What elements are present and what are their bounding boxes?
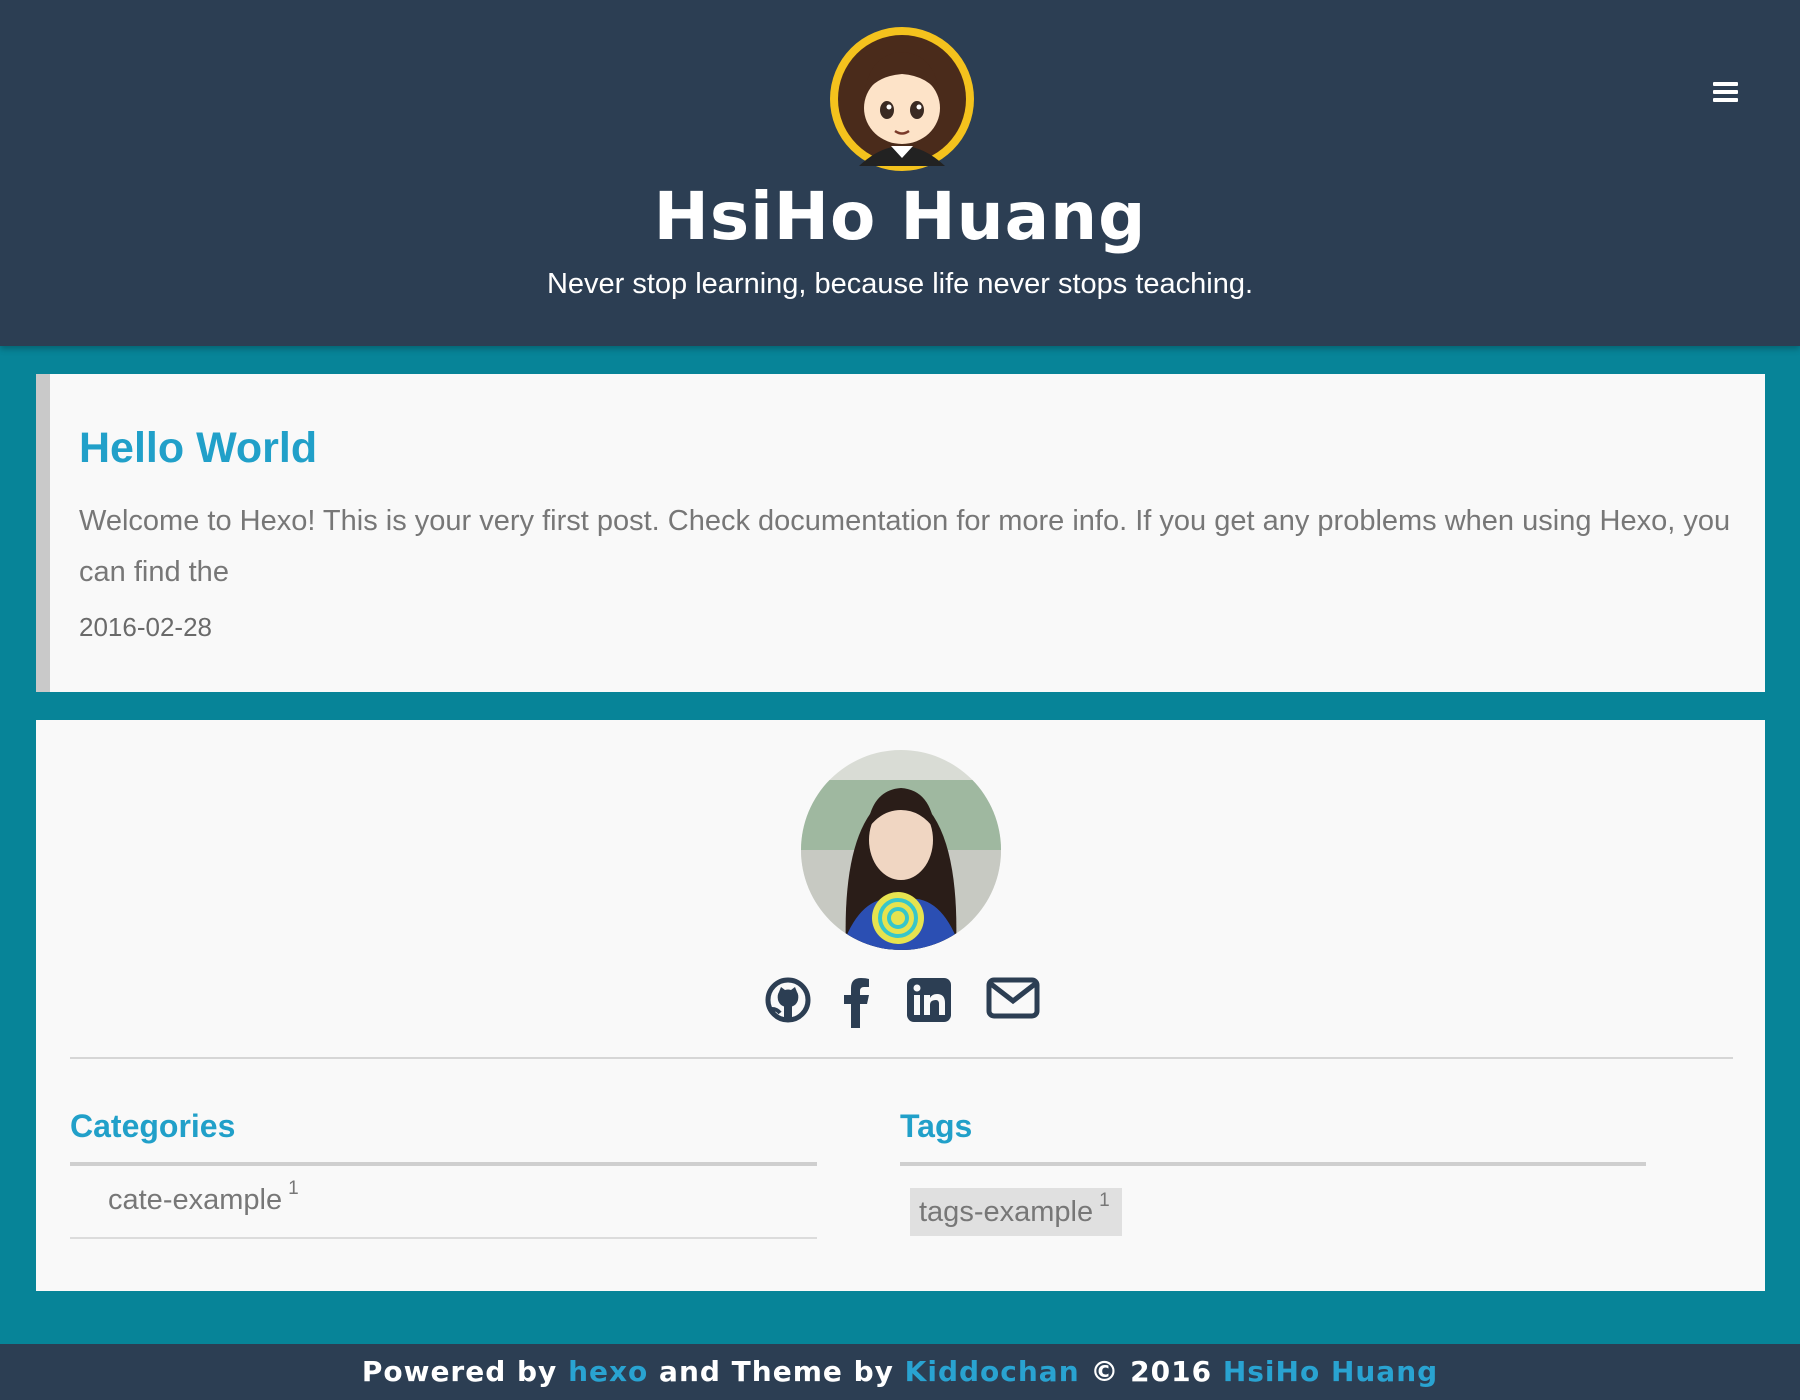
- post-date: 2016-02-28: [79, 612, 212, 642]
- post-card: Hello World Welcome to Hexo! This is you…: [36, 374, 1765, 692]
- tag-label: tags-example: [919, 1196, 1094, 1228]
- footer-hexo-link[interactable]: hexo: [568, 1355, 648, 1388]
- site-subtitle: Never stop learning, because life never …: [546, 268, 1254, 300]
- github-icon[interactable]: [764, 976, 812, 1029]
- post-title[interactable]: Hello World: [79, 424, 317, 473]
- linkedin-icon[interactable]: [905, 976, 953, 1029]
- categories-bottom-rule: [70, 1237, 817, 1239]
- profile-avatar: [801, 750, 1001, 950]
- site-footer: Powered by hexo and Theme by Kiddochan ©…: [0, 1344, 1800, 1400]
- tag-item[interactable]: tags-example 1: [910, 1188, 1122, 1236]
- envelope-icon[interactable]: [986, 976, 1040, 1025]
- footer-powered-by: Powered by: [361, 1355, 558, 1388]
- tag-count: 1: [1099, 1190, 1110, 1211]
- post-excerpt: Welcome to Hexo! This is your very first…: [79, 505, 1731, 588]
- category-count: 1: [288, 1178, 299, 1199]
- footer-theme-link[interactable]: Kiddochan: [905, 1355, 1080, 1388]
- site-title[interactable]: HsiHo Huang: [0, 178, 1800, 255]
- cartoon-girl-avatar-icon: [830, 27, 974, 171]
- categories-rule: [70, 1162, 817, 1166]
- profile-card: Categories cate-example 1 Tags tags-examp…: [36, 720, 1765, 1291]
- footer-author-link[interactable]: HsiHo Huang: [1223, 1355, 1438, 1388]
- facebook-icon[interactable]: [842, 976, 874, 1033]
- profile-divider: [70, 1057, 1733, 1059]
- tags-heading: Tags: [900, 1108, 973, 1144]
- social-links: [36, 976, 1765, 1036]
- category-item[interactable]: cate-example 1: [108, 1178, 299, 1217]
- hamburger-menu-icon[interactable]: [1708, 76, 1742, 106]
- profile-photo-icon: [801, 750, 1001, 950]
- category-label: cate-example: [108, 1184, 283, 1216]
- categories-heading: Categories: [70, 1108, 236, 1144]
- footer-copyright: © 2016: [1090, 1355, 1213, 1388]
- footer-theme-by: and Theme by: [659, 1355, 894, 1388]
- tags-rule: [900, 1162, 1646, 1166]
- site-header: HsiHo Huang Never stop learning, because…: [0, 0, 1800, 346]
- logo-avatar[interactable]: [829, 26, 975, 172]
